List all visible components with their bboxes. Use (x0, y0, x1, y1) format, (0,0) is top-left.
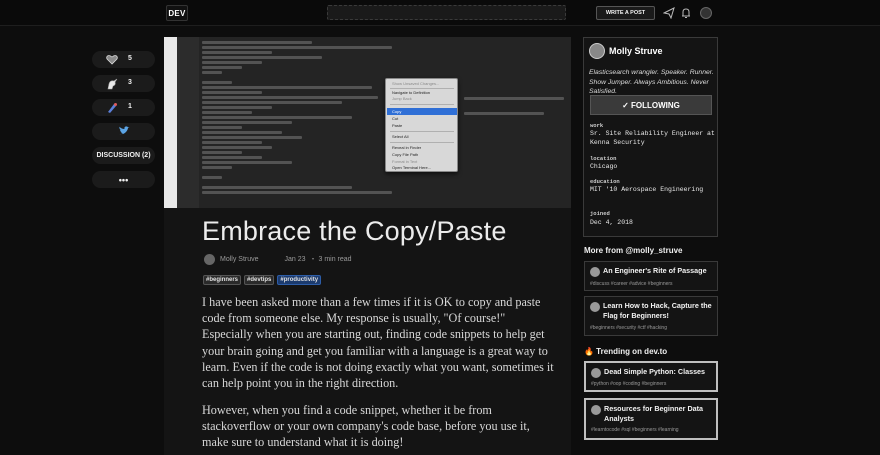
more-from-item[interactable]: An Engineer's Rite of Passage #discuss #… (584, 261, 718, 291)
heart-count: 5 (128, 55, 132, 62)
following-button[interactable]: ✓ FOLLOWING (590, 95, 712, 115)
context-menu: Show Unsaved Changes... Navigate to Defi… (385, 78, 458, 172)
cover-image: Show Unsaved Changes... Navigate to Defi… (164, 37, 571, 208)
more-from-item[interactable]: Learn How to Hack, Capture the Flag for … (584, 296, 718, 336)
bookmark-icon (105, 101, 118, 114)
dev-logo[interactable]: DEV (166, 5, 188, 21)
article-meta: Molly Struve Jan 23 ・ 3 min read (204, 253, 352, 265)
work-value: Sr. Site Reliability Engineer at Kenna S… (590, 130, 715, 146)
tag-devtips[interactable]: #devtips (244, 275, 275, 285)
discussion-button[interactable]: DISCUSSION (2) (92, 147, 155, 164)
more-from-tags: #discuss #career #advice #beginners (590, 281, 673, 287)
twitter-icon (118, 125, 130, 138)
trending-item[interactable]: Dead Simple Python: Classes #python #oop… (584, 361, 718, 392)
ctx-jump-back[interactable]: Jump Back (392, 96, 412, 101)
top-navbar: DEV WRITE A POST (0, 0, 880, 26)
ctx-copy-file-path[interactable]: Copy File Path (392, 152, 418, 157)
ctx-show-unsaved[interactable]: Show Unsaved Changes... (392, 81, 439, 86)
search-input[interactable] (327, 5, 566, 20)
ctx-cut[interactable]: Cut (392, 116, 398, 121)
author-profile-card: Molly Struve Elasticsearch wrangler. Spe… (583, 37, 718, 237)
article-paragraph-2: However, when you find a code snippet, w… (202, 403, 530, 450)
twitter-share-button[interactable] (92, 123, 155, 140)
ctx-format-text[interactable]: Format in Text (392, 159, 417, 164)
location-label: location (590, 155, 617, 162)
author-name[interactable]: Molly Struve (220, 256, 259, 263)
ctx-open-terminal[interactable]: Open Terminal Here... (392, 165, 431, 170)
more-from-title[interactable]: An Engineer's Rite of Passage (603, 266, 715, 276)
ctx-select-all[interactable]: Select All (392, 134, 408, 139)
author-avatar (590, 302, 600, 312)
education-value: MIT '10 Aerospace Engineering (590, 186, 704, 193)
bookmark-reaction-button[interactable]: 1 (92, 99, 155, 116)
trending-tags: #python #oop #coding #beginners (591, 381, 667, 387)
work-label: work (590, 122, 604, 129)
article-paragraph-1: I have been asked more than a few times … (202, 295, 554, 391)
author-avatar (590, 267, 600, 277)
more-from-heading[interactable]: More from @molly_struve (584, 246, 683, 255)
ctx-reveal-finder[interactable]: Reveal in Finder (392, 145, 421, 150)
joined-label: joined (590, 210, 610, 217)
more-from-tags: #beginners #security #ctf #hacking (590, 325, 667, 331)
trending-title[interactable]: Resources for Beginner Data Analysts (604, 404, 716, 423)
article: Show Unsaved Changes... Navigate to Defi… (164, 37, 571, 455)
bell-icon[interactable] (679, 6, 693, 20)
profile-bio: Elasticsearch wrangler. Speaker. Runner.… (589, 69, 714, 96)
author-avatar (591, 405, 601, 415)
trending-heading[interactable]: 🔥 Trending on dev.to (584, 347, 667, 356)
heart-reaction-button[interactable]: 5 (92, 51, 155, 68)
discussion-label: DISCUSSION (2) (96, 152, 151, 159)
more-options-button[interactable]: ••• (92, 171, 155, 188)
heart-icon (105, 53, 118, 66)
unicorn-icon (105, 77, 118, 90)
cover-line-numbers (177, 37, 199, 208)
joined-value: Dec 4, 2018 (590, 219, 633, 226)
cover-gutter (164, 37, 177, 208)
location-value: Chicago (590, 163, 618, 170)
unicorn-count: 3 (128, 79, 132, 86)
author-avatar[interactable] (204, 253, 215, 265)
read-time: ・ 3 min read (309, 256, 352, 263)
trending-tags: #learntocode #sql #beginners #learning (591, 427, 679, 433)
more-from-title[interactable]: Learn How to Hack, Capture the Flag for … (603, 301, 715, 320)
tag-beginners[interactable]: #beginners (203, 275, 242, 285)
trending-item[interactable]: Resources for Beginner Data Analysts #le… (584, 398, 718, 440)
profile-name[interactable]: Molly Struve (609, 46, 663, 56)
unicorn-reaction-button[interactable]: 3 (92, 75, 155, 92)
education-label: education (590, 178, 620, 185)
write-post-button[interactable]: WRITE A POST (596, 6, 655, 20)
ctx-paste[interactable]: Paste (392, 123, 402, 128)
paper-plane-icon[interactable] (662, 6, 676, 20)
trending-title[interactable]: Dead Simple Python: Classes (604, 367, 716, 377)
author-avatar (591, 368, 601, 378)
user-avatar[interactable] (699, 6, 713, 20)
publish-date: Jan 23 (284, 255, 306, 263)
bookmark-count: 1 (128, 103, 132, 110)
article-title: Embrace the Copy/Paste (202, 216, 507, 246)
tag-productivity[interactable]: #productivity (277, 275, 322, 285)
ctx-navigate-definition[interactable]: Navigate to Definition (392, 90, 430, 95)
profile-avatar[interactable] (589, 43, 605, 59)
more-icon: ••• (118, 174, 129, 185)
ctx-copy[interactable]: Copy (392, 109, 401, 114)
article-tags: #beginners #devtips #productivity (203, 275, 322, 285)
